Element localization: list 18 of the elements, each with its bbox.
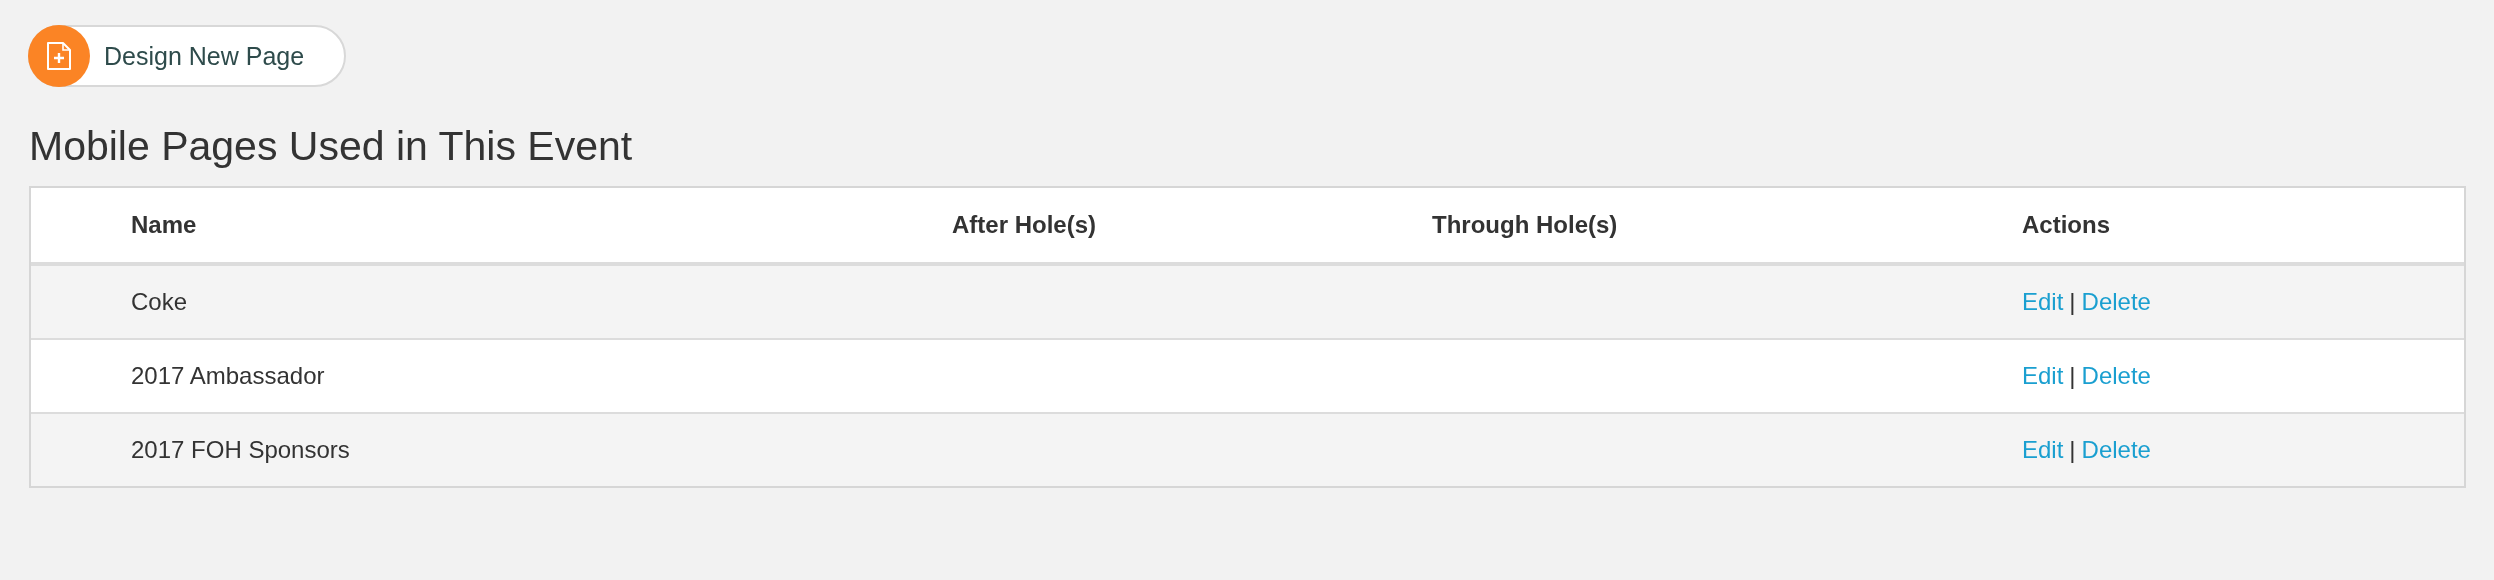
delete-link[interactable]: Delete	[2081, 362, 2151, 390]
delete-link[interactable]: Delete	[2081, 288, 2151, 316]
edit-link[interactable]: Edit	[2022, 436, 2064, 464]
separator: |	[2069, 362, 2076, 390]
delete-link[interactable]: Delete	[2081, 436, 2151, 464]
column-header: Through Hole(s)	[1432, 211, 1619, 239]
separator: |	[2069, 436, 2076, 464]
page-heading: Mobile Pages Used in This Event	[29, 123, 634, 170]
edit-link[interactable]: Edit	[2022, 362, 2064, 390]
column-header: After Hole(s)	[952, 211, 1097, 239]
table-cell-text: 2017 FOH Sponsors	[131, 436, 351, 464]
separator: |	[2069, 288, 2076, 316]
edit-link[interactable]: Edit	[2022, 288, 2064, 316]
table-cell-text: 2017 Ambassador	[131, 362, 326, 390]
design-new-page-button[interactable]: Design New Page	[28, 25, 347, 87]
column-header: Name	[131, 211, 198, 239]
column-header: Actions	[2022, 211, 2111, 239]
table-cell-text: Coke	[131, 288, 189, 316]
